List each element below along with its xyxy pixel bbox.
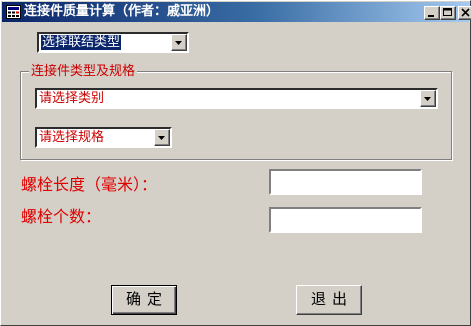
chevron-down-icon: [175, 41, 182, 45]
bolt-length-input[interactable]: [269, 169, 422, 195]
connection-type-select[interactable]: 选择联结类型: [37, 32, 189, 53]
connection-type-value: 选择联结类型: [41, 35, 122, 50]
title-bar[interactable]: 连接件质量计算（作者：戚亚洲）: [2, 2, 471, 22]
spec-dropdown-button[interactable]: [154, 129, 170, 146]
minimize-button[interactable]: [424, 6, 440, 20]
fastener-group-caption: 连接件类型及规格: [29, 64, 138, 79]
exit-button[interactable]: 退出: [296, 285, 362, 315]
maximize-button[interactable]: [440, 6, 456, 20]
maximize-icon: [443, 8, 452, 16]
ok-button[interactable]: 确定: [111, 285, 177, 315]
calculator-app-icon: [6, 5, 21, 19]
chevron-down-icon: [158, 136, 165, 140]
minimize-icon: [428, 15, 434, 17]
chevron-down-icon: [424, 97, 431, 101]
bolt-count-label: 螺栓个数：: [21, 207, 102, 226]
bolt-count-input[interactable]: [269, 207, 422, 233]
connection-type-dropdown-button[interactable]: [171, 34, 187, 51]
category-dropdown-button[interactable]: [420, 90, 436, 107]
close-icon: [461, 8, 470, 17]
category-select[interactable]: 请选择类别: [35, 88, 438, 109]
category-value: 请选择类别: [39, 91, 105, 106]
close-button[interactable]: [458, 6, 471, 20]
spec-select[interactable]: 请选择规格: [35, 127, 172, 148]
spec-value: 请选择规格: [39, 130, 105, 145]
bolt-length-label: 螺栓长度（毫米）：: [21, 175, 158, 194]
window-title: 连接件质量计算（作者：戚亚洲）: [24, 4, 220, 19]
app-window: 连接件质量计算（作者：戚亚洲） 选择联结类型 连接件类型及规格 请选择类别 请选…: [0, 0, 471, 326]
